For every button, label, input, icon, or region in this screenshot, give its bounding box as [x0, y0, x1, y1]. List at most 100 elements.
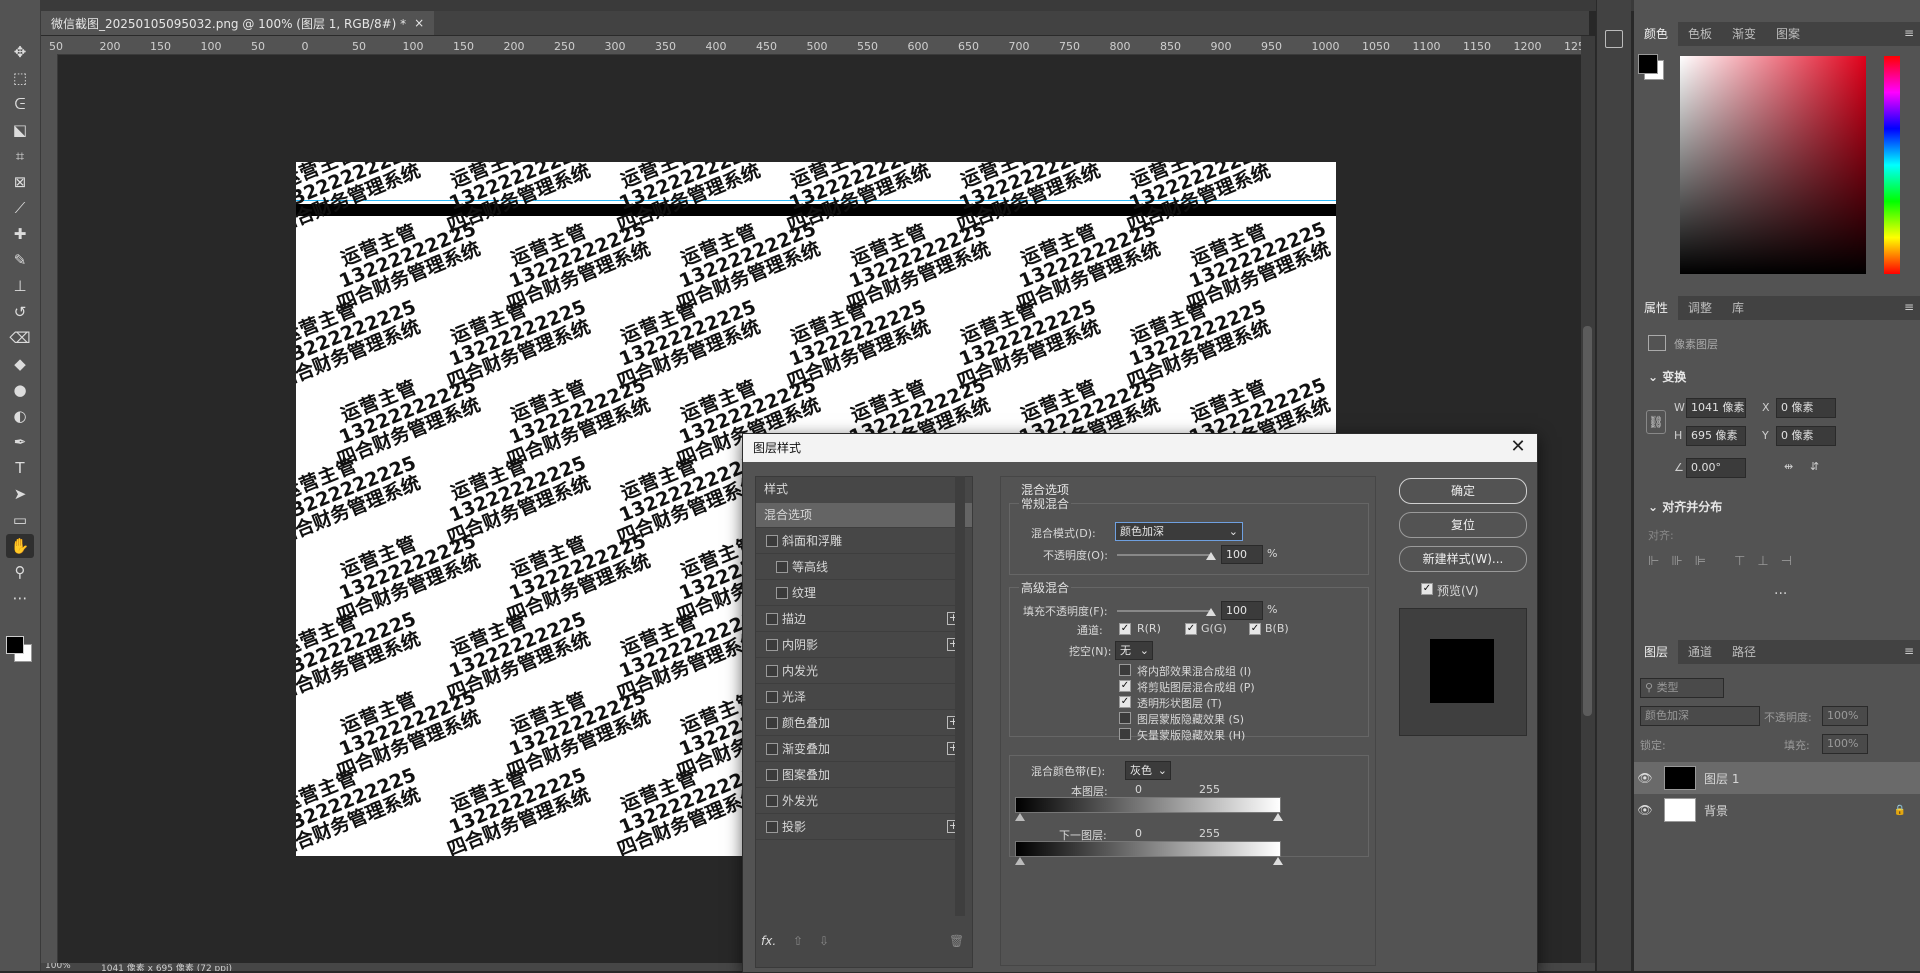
advanced-option-checkbox[interactable] — [1119, 712, 1131, 724]
blend-if-select[interactable]: 灰色 ⌄ — [1125, 761, 1171, 780]
crop-tool-icon[interactable]: ⌗ — [6, 144, 34, 168]
opacity-slider-knob[interactable] — [1206, 552, 1216, 560]
style-item[interactable]: 描边 + — [756, 607, 964, 632]
advanced-option-checkbox[interactable]: ✓ — [1119, 696, 1131, 708]
healing-tool-icon[interactable]: ✚ — [6, 222, 34, 246]
close-icon[interactable]: × — [414, 16, 424, 30]
style-checkbox[interactable] — [776, 587, 788, 599]
underlying-layer-black-knob[interactable] — [1015, 857, 1025, 865]
style-checkbox[interactable] — [766, 717, 778, 729]
this-layer-white-knob[interactable] — [1273, 813, 1283, 821]
tab-properties_panel-2[interactable]: 库 — [1722, 296, 1754, 320]
layer-filter-select[interactable]: ⚲ 类型 — [1640, 678, 1724, 698]
flip-vertical-icon[interactable]: ⇵ — [1810, 460, 1819, 473]
advanced-option-checkbox[interactable]: ✓ — [1119, 680, 1131, 692]
transform-section-title[interactable]: ⌄ 变换 — [1648, 368, 1686, 385]
style-item[interactable]: 图案叠加 — [756, 763, 964, 788]
foreground-color-swatch[interactable] — [1638, 54, 1658, 74]
marquee-tool-icon[interactable]: ⬚ — [6, 66, 34, 90]
angle-field[interactable]: 0.00° — [1686, 458, 1746, 478]
style-item[interactable]: 斜面和浮雕 — [756, 529, 964, 554]
style-item[interactable]: 渐变叠加 + — [756, 737, 964, 762]
move-up-icon[interactable]: ⇧ — [793, 934, 803, 948]
link-icon[interactable]: ⛓ — [1646, 410, 1666, 434]
stamp-tool-icon[interactable]: ⊥ — [6, 274, 34, 298]
style-item[interactable]: 光泽 — [756, 685, 964, 710]
frame-tool-icon[interactable]: ⊠ — [6, 170, 34, 194]
layer-row[interactable]: 👁 图层 1 — [1634, 762, 1920, 794]
eyedropper-tool-icon[interactable]: ⟋ — [6, 196, 34, 220]
move-down-icon[interactable]: ⇩ — [819, 934, 829, 948]
layer-row[interactable]: 👁 背景 🔒 — [1634, 794, 1920, 826]
color-field[interactable] — [1680, 56, 1866, 274]
align-section-title[interactable]: ⌄ 对齐并分布 — [1648, 498, 1722, 515]
trash-icon[interactable]: 🗑 — [949, 934, 964, 948]
advanced-option-checkbox[interactable] — [1119, 664, 1131, 676]
dialog-title-bar[interactable]: 图层样式 ✕ — [743, 434, 1537, 462]
style-item-blend-options[interactable]: 混合选项 — [756, 503, 972, 528]
move-tool-icon[interactable]: ✥ — [6, 40, 34, 64]
panel-menu-icon[interactable]: ≡ — [1904, 26, 1914, 40]
more-tool-icon[interactable]: ⋯ — [6, 586, 34, 610]
eye-icon[interactable]: 👁 — [1634, 803, 1656, 817]
tab-properties_panel-0[interactable]: 属性 — [1634, 296, 1679, 320]
reset-button[interactable]: 复位 — [1399, 512, 1527, 538]
hue-slider[interactable] — [1884, 56, 1900, 274]
opacity-slider[interactable] — [1117, 554, 1211, 556]
scrollbar-thumb[interactable] — [1583, 326, 1592, 716]
style-checkbox[interactable] — [766, 691, 778, 703]
style-item[interactable]: 颜色叠加 + — [756, 711, 964, 736]
panel-menu-icon[interactable]: ≡ — [1904, 644, 1914, 658]
dodge-tool-icon[interactable]: ◐ — [6, 404, 34, 428]
tab-color_panel-2[interactable]: 渐变 — [1722, 22, 1766, 46]
tab-color_panel-0[interactable]: 颜色 — [1634, 22, 1679, 46]
tab-color_panel-1[interactable]: 色板 — [1678, 22, 1722, 46]
style-checkbox[interactable] — [766, 639, 778, 651]
channel-b-checkbox[interactable]: ✓ — [1249, 623, 1261, 635]
style-item[interactable]: 内发光 — [756, 659, 964, 684]
eraser-tool-icon[interactable]: ⌫ — [6, 326, 34, 350]
eye-icon[interactable]: 👁 — [1634, 771, 1656, 785]
style-list-scrollbar[interactable] — [955, 476, 965, 916]
channel-g-checkbox[interactable]: ✓ — [1185, 623, 1197, 635]
align-icons[interactable]: ⊩⊪⊫ ⊤⊥⊣ — [1648, 554, 1804, 569]
ok-button[interactable]: 确定 — [1399, 478, 1527, 504]
fill-opacity-slider[interactable] — [1117, 610, 1211, 612]
lock-icon[interactable]: 🔒 — [1894, 805, 1906, 816]
opacity-field[interactable]: 100 — [1221, 545, 1263, 564]
fill-field[interactable]: 100% — [1822, 734, 1868, 754]
tab-properties_panel-1[interactable]: 调整 — [1678, 296, 1722, 320]
style-checkbox[interactable] — [766, 613, 778, 625]
width-field[interactable]: 1041 像素 — [1686, 398, 1746, 418]
style-item[interactable]: 纹理 — [756, 581, 964, 606]
zoom-tool-icon[interactable]: ⚲ — [6, 560, 34, 584]
style-checkbox[interactable] — [766, 821, 778, 833]
panel-menu-icon[interactable]: ≡ — [1904, 300, 1914, 314]
blend-mode-select[interactable]: 颜色加深 ⌄ — [1115, 522, 1243, 541]
style-item[interactable]: 投影 + — [756, 815, 964, 840]
foreground-color-swatch[interactable] — [6, 636, 24, 654]
style-checkbox[interactable] — [766, 795, 778, 807]
preview-checkbox[interactable]: ✓ — [1421, 583, 1433, 595]
style-item[interactable]: 外发光 — [756, 789, 964, 814]
tab-layers_panel-0[interactable]: 图层 — [1634, 640, 1679, 664]
y-field[interactable]: 0 像素 — [1776, 426, 1836, 446]
style-checkbox[interactable] — [766, 665, 778, 677]
flip-horizontal-icon[interactable]: ⇹ — [1784, 460, 1793, 473]
close-icon[interactable]: ✕ — [1507, 436, 1529, 458]
blur-tool-icon[interactable]: ● — [6, 378, 34, 402]
this-layer-gradient[interactable] — [1015, 797, 1281, 813]
style-checkbox[interactable] — [766, 743, 778, 755]
document-tab[interactable]: 微信截图_20250105095032.png @ 100% (图层 1, RG… — [41, 11, 435, 35]
fill-opacity-field[interactable]: 100 — [1221, 601, 1263, 620]
type-tool-icon[interactable]: T — [6, 456, 34, 480]
rectangle-tool-icon[interactable]: ▭ — [6, 508, 34, 532]
layer-opacity-field[interactable]: 100% — [1822, 706, 1868, 726]
more-options-button[interactable]: ... — [1774, 582, 1787, 598]
tab-layers_panel-1[interactable]: 通道 — [1678, 640, 1722, 664]
fx-icon[interactable]: fx. — [761, 934, 776, 948]
hand-tool-icon[interactable]: ✋ — [6, 534, 34, 558]
history-brush-tool-icon[interactable]: ↺ — [6, 300, 34, 324]
underlying-layer-white-knob[interactable] — [1273, 857, 1283, 865]
paint-bucket-tool-icon[interactable]: ◆ — [6, 352, 34, 376]
